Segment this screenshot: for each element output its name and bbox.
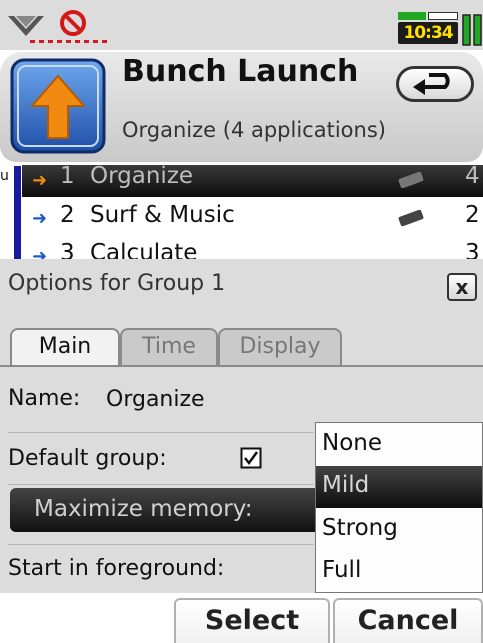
dropdown-option-strong[interactable]: Strong <box>322 515 398 541</box>
signal-icon <box>8 16 44 36</box>
list-item-name[interactable]: Surf & Music <box>90 202 235 228</box>
clipped-text: u <box>0 168 9 184</box>
signal-strength-outline <box>428 12 458 20</box>
name-label: Name: <box>8 386 81 411</box>
clock: 10:34 <box>398 22 458 44</box>
tab-display[interactable]: Display <box>218 328 342 366</box>
list-item-index: 1 <box>60 163 75 189</box>
dropdown-option-none[interactable]: None <box>322 430 382 456</box>
close-button[interactable]: x <box>447 273 477 301</box>
app-title: Bunch Launch <box>122 54 359 89</box>
app-subtitle: Organize (4 applications) <box>122 118 386 142</box>
list-item-count: 4 <box>465 163 480 189</box>
tab-time[interactable]: Time <box>120 328 218 366</box>
back-button[interactable] <box>396 66 474 102</box>
start-foreground-label: Start in foreground: <box>8 556 225 581</box>
arrow-up-icon <box>10 58 106 154</box>
status-indicator-line <box>30 40 110 43</box>
dropdown-option-mild[interactable]: Mild <box>322 472 369 498</box>
divider <box>8 484 314 485</box>
no-sound-icon <box>60 10 86 36</box>
tab-main[interactable]: Main <box>10 328 120 366</box>
arrow-right-icon: ➜ <box>32 208 48 229</box>
divider <box>8 432 314 433</box>
dropdown-option-full[interactable]: Full <box>322 557 361 583</box>
tab-divider <box>0 365 483 367</box>
memory-chip-icon <box>398 172 424 188</box>
back-arrow-icon <box>413 73 450 95</box>
dialog-title: Options for Group 1 <box>8 271 226 296</box>
list-item-count: 2 <box>465 202 480 228</box>
default-group-checkbox[interactable] <box>240 447 262 469</box>
cancel-button[interactable]: Cancel <box>333 598 483 643</box>
list-item-index: 2 <box>60 202 75 228</box>
battery-icon <box>462 14 482 46</box>
arrow-right-icon: ➜ <box>32 170 48 191</box>
name-field[interactable]: Organize <box>106 387 306 412</box>
signal-strength-bar <box>398 12 426 20</box>
select-button[interactable]: Select <box>174 598 330 643</box>
divider <box>8 544 314 545</box>
list-item-name: Organize <box>90 163 194 189</box>
maximize-memory-label: Maximize memory: <box>34 496 253 522</box>
list-accent-bar <box>14 166 21 259</box>
default-group-label: Default group: <box>8 446 167 471</box>
memory-chip-icon <box>398 210 424 226</box>
